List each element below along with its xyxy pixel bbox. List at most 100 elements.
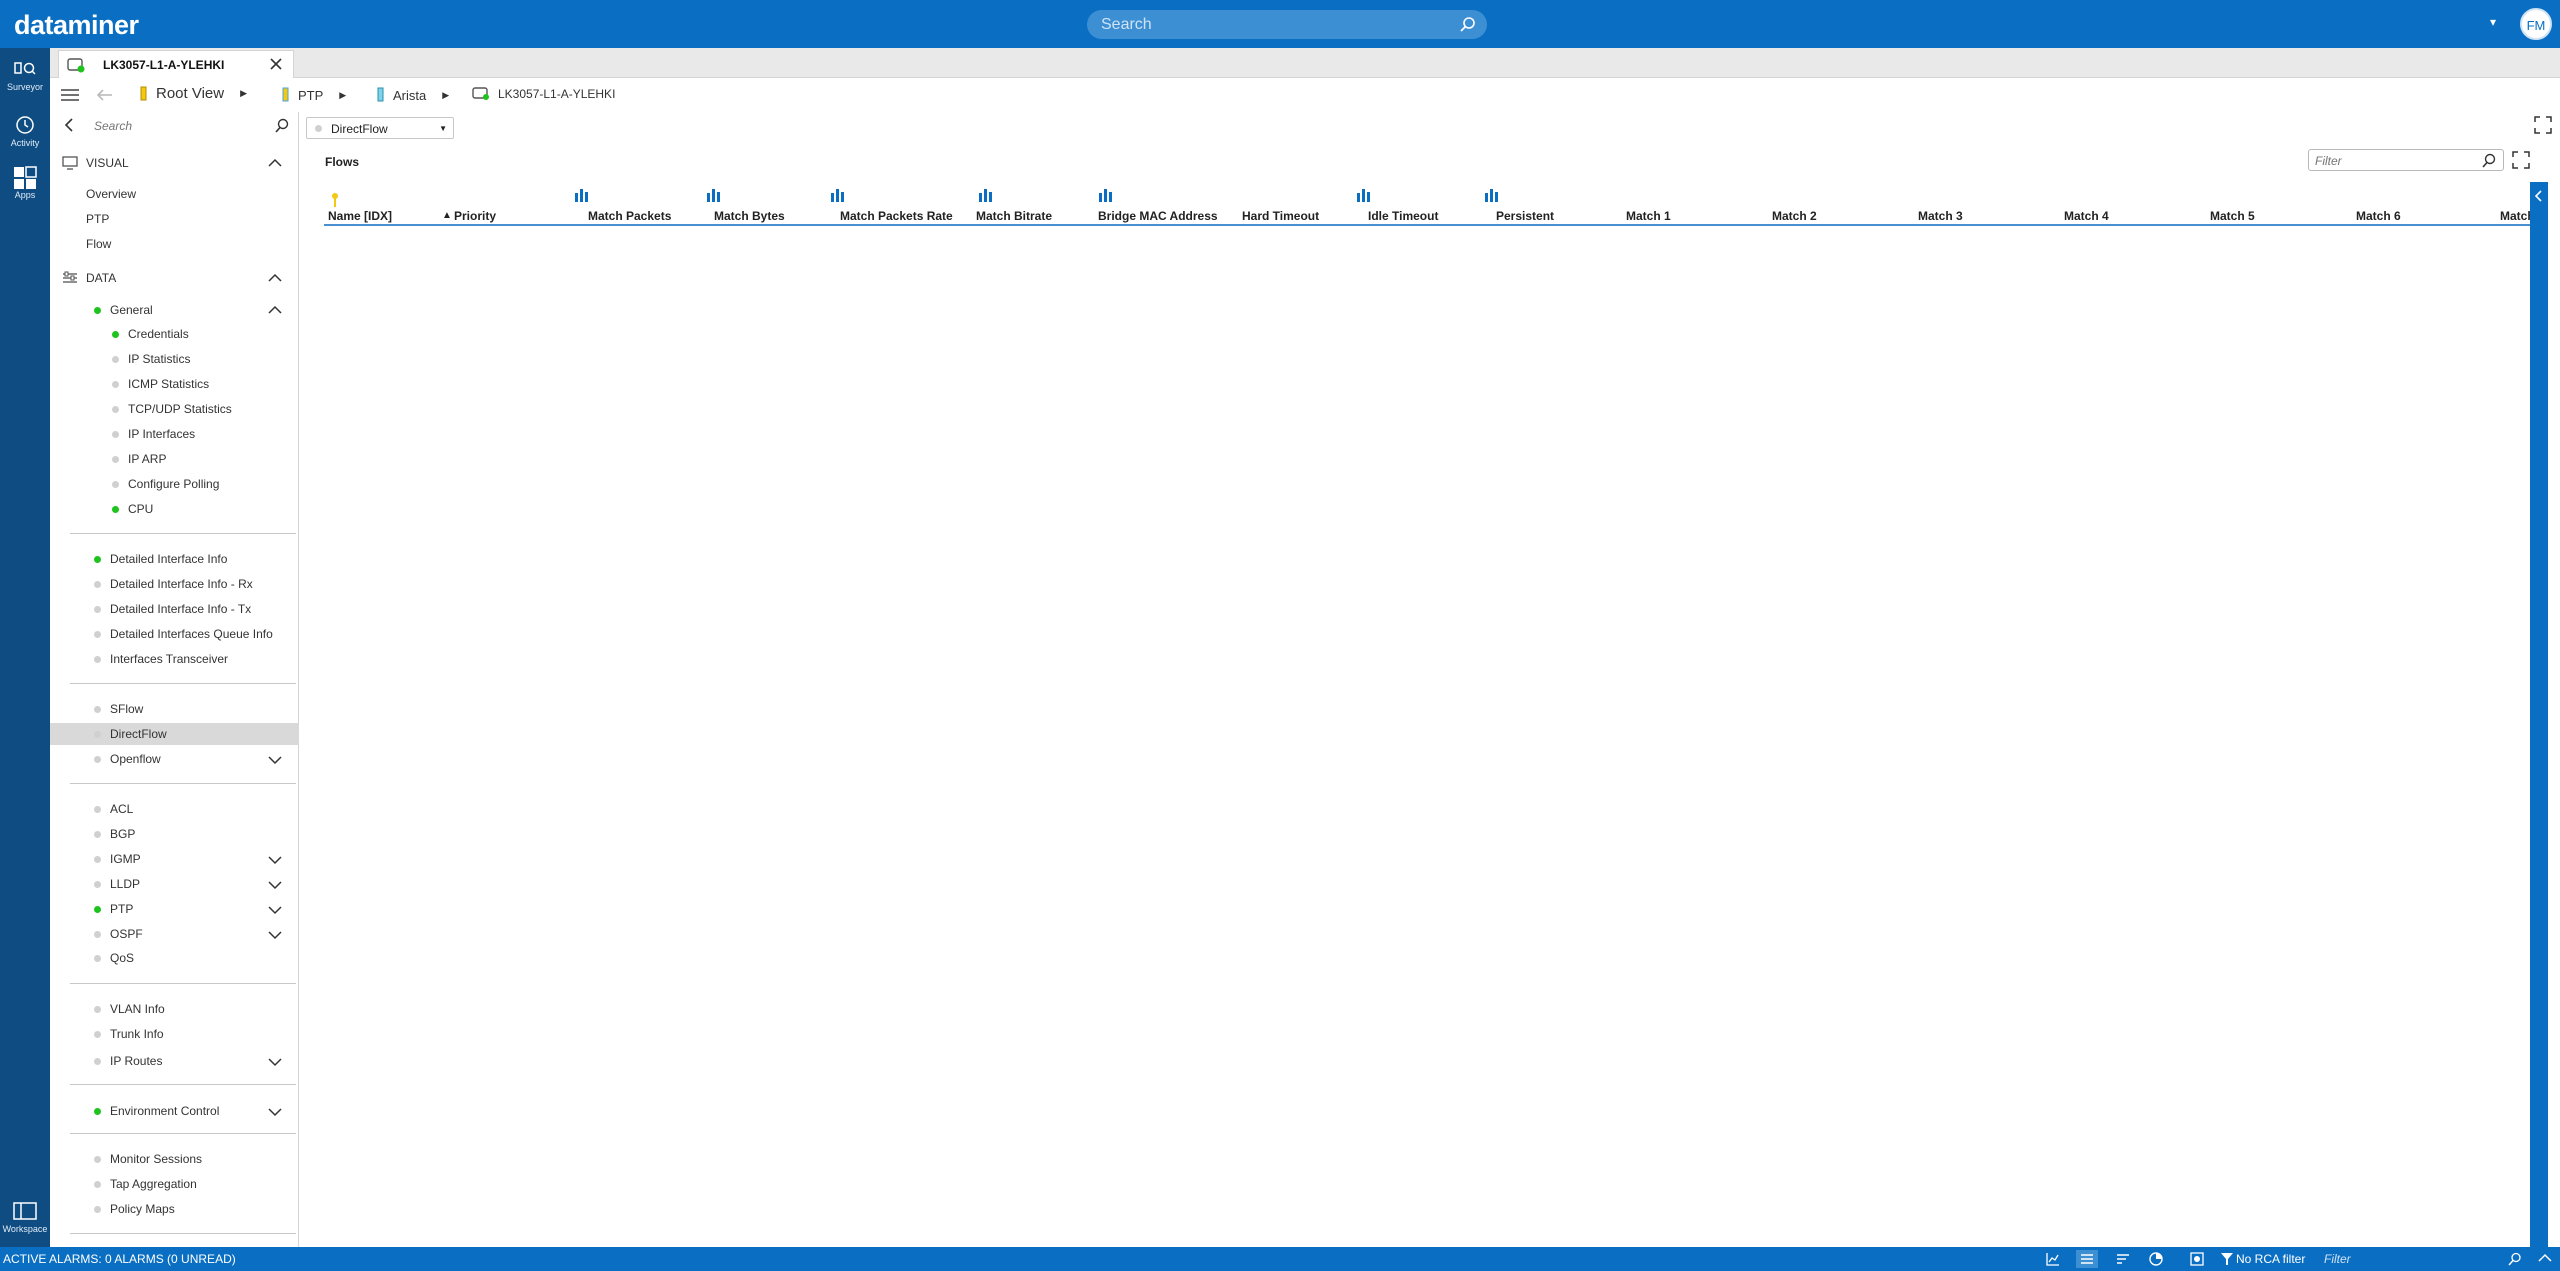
nav-item-label: Interfaces Transceiver (110, 652, 229, 666)
column-header-label: Match 2 (1772, 209, 1817, 223)
status-dot (94, 631, 101, 638)
filter-icon[interactable] (2220, 1252, 2234, 1266)
chevron-up-icon[interactable] (2538, 1252, 2552, 1264)
trend-chart-icon[interactable] (1484, 188, 1500, 202)
column-match-packets-rate[interactable]: Match Packets Rate (830, 184, 970, 224)
column-match-1[interactable]: Match 1 (1614, 184, 1754, 224)
column-match-bitrate[interactable]: Match Bitrate (966, 184, 1086, 224)
column-match-4[interactable]: Match 4 (2052, 184, 2192, 224)
user-menu-caret-icon[interactable]: ▾ (2490, 15, 2496, 29)
back-arrow-icon[interactable] (96, 87, 114, 103)
nav-search-input[interactable] (90, 115, 270, 137)
breadcrumb-label: LK3057-L1-A-YLEHKI (498, 87, 616, 101)
rail-workspace[interactable]: Workspace (0, 1200, 50, 1234)
column-name-idx[interactable]: Name [IDX] ▲ (328, 184, 452, 224)
chevron-up-icon[interactable] (268, 158, 282, 168)
avatar[interactable]: FM (2520, 8, 2552, 40)
status-bar: ACTIVE ALARMS: 0 ALARMS (0 UNREAD) No RC… (0, 1247, 2560, 1271)
column-match-2[interactable]: Match 2 (1760, 184, 1900, 224)
column-match-bytes[interactable]: Match Bytes (704, 184, 824, 224)
nav-item-label: IP Interfaces (128, 427, 196, 441)
fullscreen-icon[interactable] (2534, 116, 2552, 134)
trend-chart-icon[interactable] (830, 188, 846, 202)
column-idle-timeout[interactable]: Idle Timeout (1356, 184, 1476, 224)
data-section-header[interactable]: DATA (62, 271, 116, 285)
search-icon[interactable] (2481, 153, 2497, 169)
chevron-down-icon[interactable] (268, 930, 282, 940)
table-filter-input[interactable] (2315, 153, 2475, 168)
chevron-down-icon[interactable] (268, 1057, 282, 1067)
search-icon[interactable] (2508, 1252, 2522, 1266)
global-search[interactable] (1087, 10, 1487, 39)
trend-chart-icon[interactable] (574, 188, 590, 202)
fullscreen-icon[interactable] (2512, 151, 2530, 169)
nav-item-label: LLDP (110, 877, 141, 891)
column-match-5[interactable]: Match 5 (2198, 184, 2338, 224)
trend-chart-icon[interactable] (978, 188, 994, 202)
nav-item-label: IP ARP (128, 452, 167, 466)
monitor-icon (62, 156, 78, 170)
trend-icon[interactable] (2046, 1252, 2060, 1266)
visual-section-header[interactable]: VISUAL (62, 156, 129, 170)
trend-chart-icon[interactable] (1098, 188, 1114, 202)
side-panel-toggle[interactable] (2530, 182, 2548, 1247)
pie-chart-icon[interactable] (2149, 1252, 2163, 1266)
column-match-6[interactable]: Match 6 (2344, 184, 2484, 224)
breadcrumb-ptp[interactable]: PTP ▶ (280, 87, 346, 103)
chevron-down-icon[interactable] (268, 1107, 282, 1117)
close-icon[interactable] (267, 55, 285, 78)
column-header-label: Match Packets (588, 209, 672, 223)
search-icon[interactable] (1459, 16, 1477, 34)
trend-chart-icon[interactable] (706, 188, 722, 202)
column-hard-timeout[interactable]: Hard Timeout (1232, 184, 1352, 224)
nav-item-label: IP Statistics (128, 352, 191, 366)
rca-filter-label[interactable]: No RCA filter (2236, 1252, 2305, 1266)
rail-apps-label: Apps (14, 190, 36, 200)
chevron-down-icon[interactable] (268, 855, 282, 865)
search-input[interactable] (1101, 10, 1441, 39)
chevron-down-icon[interactable] (268, 880, 282, 890)
table-filter[interactable] (2308, 149, 2504, 171)
column-match-7[interactable]: Match 7 (2488, 184, 2534, 224)
apps-icon (13, 166, 37, 189)
top-bar: dataminer ▾ FM (0, 0, 2560, 48)
breadcrumb-element[interactable]: LK3057-L1-A-YLEHKI (472, 87, 615, 101)
column-match-3[interactable]: Match 3 (1906, 184, 2046, 224)
chevron-up-icon[interactable] (268, 273, 282, 283)
navigation-panel: VISUAL Overview PTP Flow DATA General Cr… (50, 112, 299, 1247)
chevron-down-icon[interactable] (268, 905, 282, 915)
nav-search[interactable] (90, 115, 290, 137)
nav-item-label: IGMP (110, 852, 141, 866)
hamburger-menu-icon[interactable] (60, 87, 80, 103)
breadcrumb-root-view[interactable]: Root View ▶ (138, 85, 247, 102)
column-match-packets[interactable]: Match Packets (575, 184, 700, 224)
page-selector-dropdown[interactable]: DirectFlow ▼ (306, 117, 454, 139)
column-header-label: Idle Timeout (1368, 209, 1439, 223)
column-persistent[interactable]: Persistent (1484, 184, 1604, 224)
alarm-filter-input[interactable] (2320, 1249, 2500, 1269)
sort-icon[interactable] (2116, 1252, 2130, 1266)
search-icon[interactable] (274, 118, 290, 134)
rail-activity[interactable]: Activity (0, 114, 50, 148)
breadcrumb-arista[interactable]: Arista ▶ (375, 87, 449, 103)
trend-chart-icon[interactable] (1356, 188, 1372, 202)
nav-item-label: PTP (110, 902, 134, 916)
list-view-icon[interactable] (2076, 1250, 2098, 1268)
column-bridge-mac-address[interactable]: Bridge MAC Address (1088, 184, 1228, 224)
nav-item-label: General (110, 303, 153, 317)
active-alarms-status[interactable]: ACTIVE ALARMS: 0 ALARMS (0 UNREAD) (3, 1252, 236, 1266)
rail-surveyor[interactable]: Surveyor (0, 58, 50, 92)
chevron-down-icon[interactable] (268, 755, 282, 765)
alarm-filter[interactable] (2320, 1249, 2520, 1269)
column-priority[interactable]: Priority (454, 184, 564, 224)
chevron-up-icon[interactable] (268, 305, 282, 315)
rail-apps[interactable]: Apps (0, 166, 50, 200)
app-rail: Surveyor Activity Apps Workspace (0, 48, 50, 1247)
status-dot (94, 881, 101, 888)
focus-icon[interactable] (2190, 1252, 2204, 1266)
nav-item-label: DirectFlow (110, 727, 167, 741)
collapse-left-icon[interactable] (62, 117, 76, 133)
card-tab[interactable]: LK3057-L1-A-YLEHKI (58, 50, 294, 78)
nav-item-label: Flow (86, 237, 112, 251)
sort-ascending-icon[interactable]: ▲ (442, 210, 452, 221)
